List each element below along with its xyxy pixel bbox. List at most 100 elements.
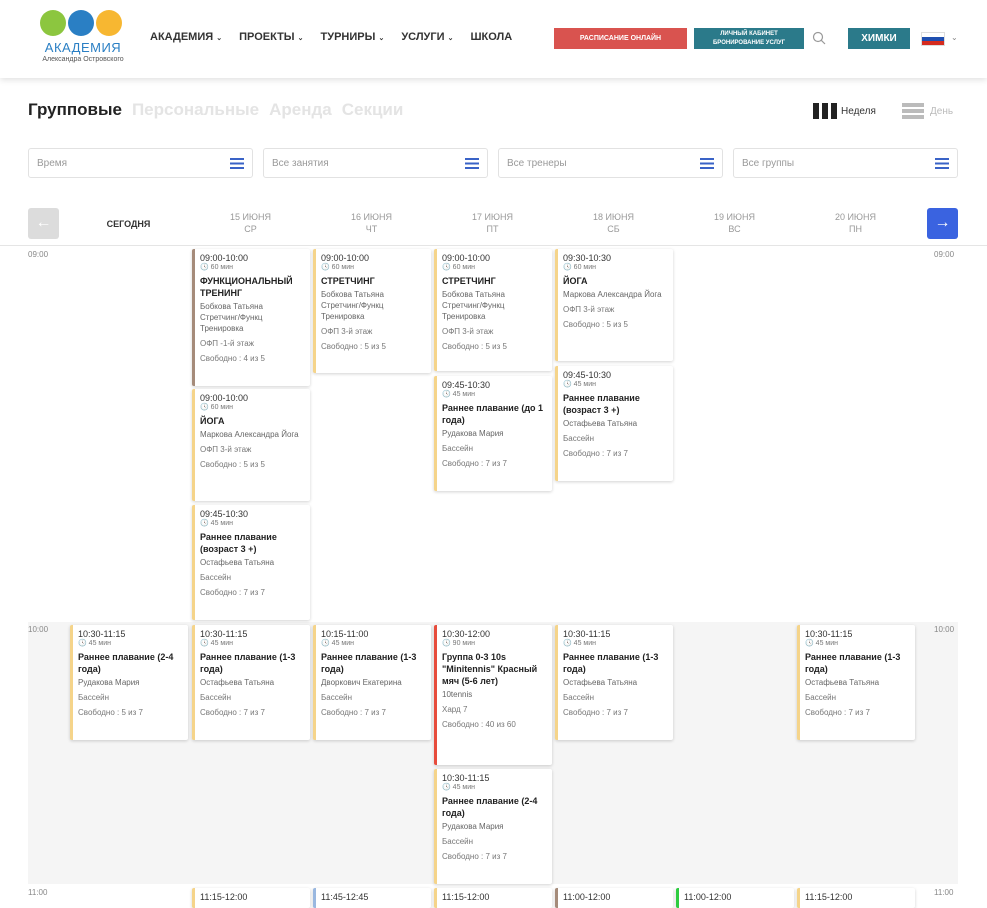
class-card[interactable]: 10:30-11:15 🕓 45 мин Раннее плавание (1-3 … bbox=[192, 625, 310, 740]
class-card[interactable]: 09:45-10:30 🕓 45 мин Раннее плавание (до 1… bbox=[434, 376, 552, 491]
tab-group[interactable]: Групповые bbox=[28, 100, 122, 120]
class-coach: Остафьева Татьяна bbox=[563, 678, 638, 687]
hour-label: 11:00 bbox=[934, 888, 954, 897]
class-card[interactable]: 11:15-12:00🕓 bbox=[192, 888, 310, 908]
class-name: ФУНКЦИОНАЛЬНЫЙ ТРЕНИНГ bbox=[200, 276, 293, 298]
class-duration: 🕓 60 мин bbox=[200, 404, 233, 411]
arrow-left-icon: ← bbox=[35, 214, 52, 231]
chevron-down-icon: ⌄ bbox=[447, 35, 454, 42]
class-coach: Остафьева Татьяна bbox=[200, 558, 275, 567]
class-time: 09:00-10:00 bbox=[200, 393, 249, 403]
hour-label: 09:00 bbox=[934, 250, 955, 259]
class-place: Бассейн bbox=[442, 444, 474, 453]
class-card[interactable]: 10:30-11:15 🕓 45 мин Раннее плавание (1-3 … bbox=[797, 625, 915, 740]
class-name: Группа 0-3 10s "Minitennis" Красный мяч … bbox=[442, 652, 538, 686]
class-coach: Остафьева Татьяна bbox=[200, 678, 275, 687]
class-seats: Свободно : 7 из 7 bbox=[442, 459, 507, 468]
class-time: 09:00-10:00 bbox=[321, 253, 370, 263]
class-place: Бассейн bbox=[200, 693, 232, 702]
class-card[interactable]: 11:45-12:45🕓 bbox=[313, 888, 431, 908]
class-card[interactable]: 09:45-10:30 🕓 45 мин Раннее плавание (возр… bbox=[192, 505, 310, 620]
class-name: Раннее плавание (2-4 года) bbox=[78, 652, 174, 674]
class-card[interactable]: 11:15-12:00🕓 bbox=[434, 888, 552, 908]
class-card[interactable]: 09:00-10:00 🕓 60 мин СТРЕТЧИНГ Бобкова Тать… bbox=[434, 249, 552, 371]
class-time: 10:30-11:15 bbox=[200, 629, 248, 639]
clock-icon: 🕓 bbox=[200, 404, 209, 411]
class-place: Бассейн bbox=[563, 434, 595, 443]
nav-item-school[interactable]: ШКОЛА bbox=[470, 31, 512, 43]
class-duration: 🕓 90 мин bbox=[442, 640, 475, 647]
academy-logo[interactable]: АКАДЕМИЯ Александра Островского bbox=[28, 10, 138, 68]
view-day-toggle[interactable]: День bbox=[902, 103, 953, 119]
personal-cabinet-button[interactable]: ЛИЧНЫЙ КАБИНЕТ БРОНИРОВАНИЕ УСЛУГ bbox=[694, 28, 804, 49]
chevron-down-icon: ⌄ bbox=[297, 35, 304, 42]
class-name: ЙОГА bbox=[563, 276, 588, 286]
class-card[interactable]: 09:00-10:00 🕓 60 мин ЙОГА Маркова Александр… bbox=[192, 389, 310, 501]
online-schedule-button[interactable]: РАСПИСАНИЕ ОНЛАЙН bbox=[554, 28, 687, 49]
class-card[interactable]: 11:15-12:00🕓 bbox=[797, 888, 915, 908]
class-card[interactable]: 11:00-12:00🕓 bbox=[676, 888, 794, 908]
class-coach: Бобкова Татьяна Стретчинг/Функц Трениров… bbox=[442, 290, 505, 321]
time-filter-label: Время bbox=[37, 158, 68, 169]
class-duration: 🕓 60 мин bbox=[200, 264, 233, 271]
view-week-toggle[interactable]: Неделя bbox=[813, 103, 876, 119]
class-coach: Бобкова Татьяна Стретчинг/Функц Трениров… bbox=[200, 302, 263, 333]
city-button[interactable]: ХИМКИ bbox=[848, 28, 910, 49]
class-coach: Остафьева Татьяна bbox=[563, 419, 638, 428]
class-card[interactable]: 09:30-10:30 🕓 60 мин ЙОГА Маркова Александр… bbox=[555, 249, 673, 361]
class-place: Бассейн bbox=[442, 837, 474, 846]
class-duration: 🕓 45 мин bbox=[442, 784, 475, 791]
clock-icon: 🕓 bbox=[200, 640, 209, 647]
logo-subtitle: Александра Островского bbox=[42, 56, 124, 63]
class-duration: 🕓 60 мин bbox=[563, 264, 596, 271]
class-card[interactable]: 10:30-11:15 🕓 45 мин Раннее плавание (2-4 … bbox=[70, 625, 188, 740]
nav-item-projects[interactable]: ПРОЕКТЫ ⌄ bbox=[239, 31, 303, 43]
class-place: ОФП -1-й этаж bbox=[200, 339, 255, 348]
chevron-down-icon: ⌄ bbox=[216, 35, 223, 42]
tab-personal[interactable]: Персональные bbox=[132, 100, 259, 120]
activities-filter[interactable]: Все занятия bbox=[263, 148, 488, 178]
russian-flag-icon[interactable] bbox=[921, 32, 945, 46]
class-card[interactable]: 09:00-10:00 🕓 60 мин СТРЕТЧИНГ Бобкова Тать… bbox=[313, 249, 431, 373]
tab-sections[interactable]: Секции bbox=[342, 100, 404, 120]
clock-icon: 🕓 bbox=[563, 640, 572, 647]
class-name: Раннее плавание (1-3 года) bbox=[805, 652, 901, 674]
time-filter[interactable]: Время bbox=[28, 148, 253, 178]
day-label: День bbox=[930, 105, 954, 117]
class-card[interactable]: 10:30-12:00 🕓 90 мин Группа 0-3 10s "Minit… bbox=[434, 625, 552, 765]
class-card[interactable]: 10:30-11:15 🕓 45 мин Раннее плавание (2-4 … bbox=[434, 769, 552, 884]
nav-item-academy[interactable]: АКАДЕМИЯ ⌄ bbox=[150, 31, 222, 43]
class-card[interactable]: 09:45-10:30 🕓 45 мин Раннее плавание (возр… bbox=[555, 366, 673, 481]
next-week-button[interactable]: → bbox=[927, 208, 958, 239]
class-card[interactable]: 09:00-10:00 🕓 60 мин ФУНКЦИОНАЛЬНЫЙ ТРЕНИН… bbox=[192, 249, 310, 386]
week-view-icon bbox=[813, 103, 837, 119]
nav-item-services[interactable]: УСЛУГИ ⌄ bbox=[401, 31, 453, 43]
class-card[interactable]: 11:00-12:00🕓 bbox=[555, 888, 673, 908]
class-duration: 🕓 45 мин bbox=[805, 640, 838, 647]
nav-item-tournaments[interactable]: ТУРНИРЫ ⌄ bbox=[321, 31, 385, 43]
prev-week-button[interactable]: ← bbox=[28, 208, 59, 239]
class-name: Раннее плавание (1-3 года) bbox=[321, 652, 417, 674]
class-place: ОФП 3-й этаж bbox=[321, 327, 373, 336]
activities-filter-label: Все занятия bbox=[272, 158, 329, 169]
class-duration: 🕓 45 мин bbox=[78, 640, 111, 647]
day-header-bar: ← СЕГОДНЯ 15 ИЮНЯ СР 16 ИЮНЯ ЧТ 17 ИЮНЯ ПТ … bbox=[28, 205, 958, 243]
class-coach: Рудакова Мария bbox=[442, 822, 504, 831]
week-label: Неделя bbox=[841, 105, 876, 117]
class-coach: Маркова Александра Йога bbox=[563, 290, 662, 299]
tab-rent[interactable]: Аренда bbox=[269, 100, 332, 120]
class-card[interactable]: 10:30-11:15 🕓 45 мин Раннее плавание (1-3 … bbox=[555, 625, 673, 740]
class-seats: Свободно : 5 из 5 bbox=[563, 320, 628, 329]
chevron-down-icon[interactable]: ⌄ bbox=[951, 33, 958, 42]
class-seats: Свободно : 40 из 60 bbox=[442, 720, 516, 729]
class-place: Бассейн bbox=[563, 693, 595, 702]
class-time: 10:30-11:15 bbox=[442, 773, 490, 783]
groups-filter[interactable]: Все группы bbox=[733, 148, 958, 178]
class-seats: Свободно : 7 из 7 bbox=[563, 449, 628, 458]
cabinet-label: ЛИЧНЫЙ КАБИНЕТ bbox=[720, 31, 778, 37]
search-icon[interactable] bbox=[812, 31, 826, 45]
menu-icon bbox=[465, 158, 479, 169]
class-card[interactable]: 10:15-11:00 🕓 45 мин Раннее плавание (1-3 … bbox=[313, 625, 431, 740]
coaches-filter[interactable]: Все тренеры bbox=[498, 148, 723, 178]
class-time: 11:00-12:00 bbox=[563, 892, 611, 902]
